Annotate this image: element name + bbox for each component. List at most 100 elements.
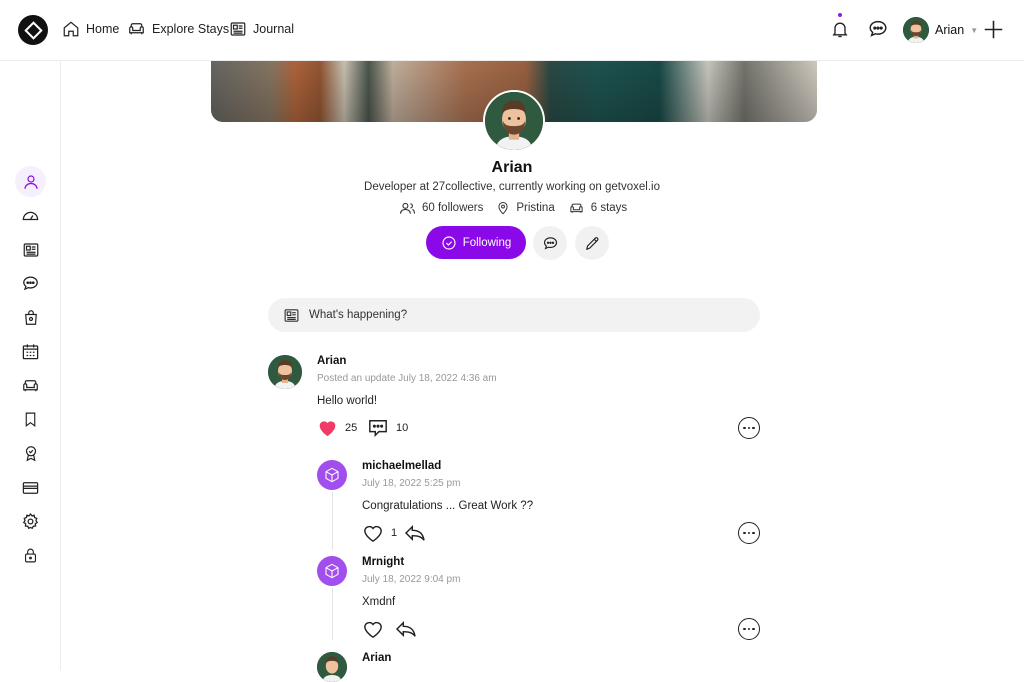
bell-icon <box>832 22 848 38</box>
chat-bubble-icon <box>23 276 38 291</box>
notifications-button[interactable] <box>830 18 850 45</box>
gauge-icon <box>22 211 39 221</box>
nav-home[interactable]: Home <box>62 20 119 38</box>
calendar-icon <box>22 344 39 360</box>
bitmoji-face-icon <box>903 17 929 43</box>
reply-text: Xmdnf <box>362 596 396 608</box>
post-author-avatar[interactable] <box>268 355 302 389</box>
reply-avatar[interactable] <box>317 460 347 490</box>
plus-icon <box>984 20 1003 39</box>
home-icon <box>63 21 79 37</box>
chat-bubble-icon <box>869 20 887 37</box>
shopping-bag-icon <box>24 310 37 325</box>
composer-placeholder: What's happening? <box>309 309 408 321</box>
check-circle-icon <box>442 235 456 250</box>
caret-down-icon: ▼ <box>970 25 979 35</box>
stays-stat[interactable]: 6 stays <box>568 201 627 216</box>
reply-more-button[interactable] <box>738 522 760 544</box>
lock-icon <box>24 548 37 563</box>
user-name: Arian <box>935 23 965 37</box>
newspaper-icon <box>284 308 299 322</box>
reply-like-count: 1 <box>391 527 398 539</box>
reply-date: July 18, 2022 5:25 pm <box>362 478 461 489</box>
profile-stats: 60 followers Pristina 6 stays <box>399 200 627 216</box>
reply-avatar[interactable] <box>317 556 347 586</box>
reply-button[interactable] <box>404 524 426 542</box>
reply-arrow-icon <box>395 620 416 638</box>
messages-button[interactable] <box>867 18 889 45</box>
nav-explore-stays[interactable]: Explore Stays <box>127 20 229 38</box>
profile-bio: Developer at 27collective, currently wor… <box>364 181 660 193</box>
reply-author-name[interactable]: Mrnight <box>362 556 404 568</box>
sofa-icon <box>23 379 38 391</box>
nav-journal-label: Journal <box>253 22 294 36</box>
newspaper-icon <box>230 22 246 36</box>
reply-more-button[interactable] <box>738 618 760 640</box>
sidebar-item-journal[interactable] <box>15 234 46 265</box>
reply-like-button[interactable] <box>362 619 384 639</box>
sidebar-item-saved[interactable] <box>15 404 46 435</box>
location-stat: Pristina <box>496 200 555 216</box>
comment-icon <box>369 420 387 438</box>
post-composer[interactable]: What's happening? <box>268 298 760 332</box>
post-comment-button[interactable]: 10 <box>367 418 408 438</box>
edit-profile-button[interactable] <box>575 226 609 260</box>
nav-journal[interactable]: Journal <box>229 20 294 38</box>
sidebar-item-calendar[interactable] <box>15 336 46 367</box>
nav-home-label: Home <box>86 22 120 36</box>
sidebar-item-stays[interactable] <box>15 370 46 401</box>
cube-icon <box>325 467 339 483</box>
logo[interactable] <box>18 15 48 45</box>
sidebar-item-logout[interactable] <box>15 540 46 571</box>
thread-line <box>332 588 333 640</box>
post-comment-count: 10 <box>396 422 409 434</box>
stays-count: 6 stays <box>590 202 628 214</box>
post-more-button[interactable] <box>738 417 760 439</box>
reply-button[interactable] <box>395 620 417 638</box>
post-like-count: 25 <box>345 421 358 434</box>
post-like-button[interactable]: 25 <box>317 418 357 437</box>
user-menu[interactable]: Arian ▼ <box>903 17 978 43</box>
reply-author-name[interactable]: Arian <box>362 652 391 664</box>
reply-date: July 18, 2022 9:04 pm <box>362 574 461 585</box>
badge-check-icon <box>25 446 36 462</box>
heart-outline-icon <box>364 621 382 639</box>
sidebar <box>0 61 61 670</box>
following-button[interactable]: Following <box>426 226 526 259</box>
sidebar-item-settings[interactable] <box>15 506 46 537</box>
diamond-logo-icon <box>23 20 43 40</box>
reply-text: Congratulations ... Great Work ?? <box>362 500 534 512</box>
reply-avatar[interactable] <box>317 652 347 682</box>
credit-card-icon <box>22 481 39 494</box>
gear-icon <box>22 512 39 530</box>
map-pin-icon <box>498 201 508 215</box>
thread-line <box>332 492 333 550</box>
create-button[interactable] <box>983 19 1004 45</box>
profile-name: Arian <box>491 159 533 176</box>
avatar <box>903 17 929 43</box>
reply-like-button[interactable]: 1 <box>362 523 397 543</box>
pencil-icon <box>585 236 598 250</box>
followers-stat[interactable]: 60 followers <box>399 201 483 215</box>
profile-avatar <box>483 90 545 152</box>
nav-explore-label: Explore Stays <box>152 22 230 36</box>
newspaper-icon <box>23 242 38 257</box>
notification-dot <box>838 13 842 17</box>
bitmoji-face-icon <box>317 652 347 682</box>
sidebar-item-messages[interactable] <box>15 268 46 299</box>
message-button[interactable] <box>533 226 567 260</box>
sidebar-item-payments[interactable] <box>15 472 46 503</box>
bookmark-icon <box>25 412 36 428</box>
reply-arrow-icon <box>404 524 425 542</box>
post-text: Hello world! <box>317 395 378 407</box>
sidebar-item-awards[interactable] <box>15 438 46 469</box>
cube-icon <box>325 563 339 579</box>
reply-author-name[interactable]: michaelmellad <box>362 460 441 472</box>
sofa-icon <box>570 203 583 213</box>
sidebar-item-orders[interactable] <box>15 302 46 333</box>
bitmoji-face-icon <box>485 92 543 150</box>
sidebar-item-dashboard[interactable] <box>15 200 46 231</box>
top-navigation-bar: Home Explore Stays Journal Arian ▼ <box>0 0 1024 61</box>
sofa-icon <box>129 23 144 35</box>
post-author-name[interactable]: Arian <box>317 355 346 367</box>
